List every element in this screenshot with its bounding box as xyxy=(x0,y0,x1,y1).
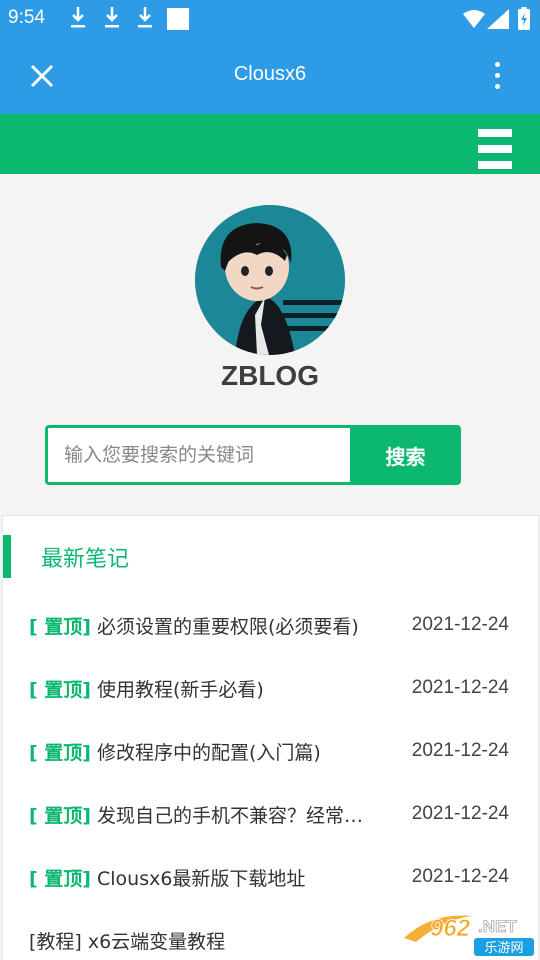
download-icon xyxy=(71,7,85,28)
list-item[interactable]: [ 置顶] 发现自己的手机不兼容？经常… 2021-12-24 xyxy=(29,794,509,834)
pinned-tag: [ 置顶] xyxy=(29,678,91,701)
list-item[interactable]: [ 置顶] Clousx6最新版下载地址 2021-12-24 xyxy=(29,857,509,897)
status-time: 9:54 xyxy=(8,7,45,28)
note-date: 2021-12-24 xyxy=(411,866,509,887)
note-title[interactable]: 修改程序中的配置(入门篇) xyxy=(97,738,387,765)
search-bar: 搜索 xyxy=(45,425,461,485)
watermark-logo: 962 .NET 乐游网 xyxy=(402,910,536,958)
note-date: 2021-12-24 xyxy=(411,740,509,761)
site-name: ZBLOG xyxy=(221,360,319,391)
notification-square-icon xyxy=(167,8,189,30)
section-accent-bar xyxy=(3,535,11,578)
nav-bar xyxy=(0,114,540,174)
hamburger-icon[interactable] xyxy=(478,129,512,169)
watermark-suffix: .NET xyxy=(478,917,517,936)
avatar-illustration xyxy=(195,205,345,355)
watermark-graphic: 962 .NET 乐游网 xyxy=(404,915,534,956)
app-title: Clousx6 xyxy=(233,63,307,85)
status-bar: 9:54 xyxy=(0,0,540,38)
section-heading: 最新笔记 xyxy=(41,547,130,572)
watermark-site: 乐游网 xyxy=(484,941,523,956)
list-item[interactable]: [ 置顶] 修改程序中的配置(入门篇) 2021-12-24 xyxy=(29,731,509,771)
note-date: 2021-12-24 xyxy=(411,677,509,698)
watermark-number: 962 xyxy=(430,915,471,942)
battery-icon xyxy=(518,7,530,30)
category-tag: [教程] xyxy=(29,930,82,953)
search-button[interactable]: 搜索 xyxy=(350,425,461,485)
avatar[interactable] xyxy=(195,205,345,355)
app-bar: Clousx6 xyxy=(0,38,540,114)
pinned-tag: [ 置顶] xyxy=(29,615,91,638)
search-input[interactable] xyxy=(45,425,355,485)
pinned-tag: [ 置顶] xyxy=(29,867,91,890)
pinned-tag: [ 置顶] xyxy=(29,804,91,827)
note-title[interactable]: 必须设置的重要权限(必须要看) xyxy=(97,612,387,639)
signal-icon xyxy=(487,9,509,29)
download-icon xyxy=(105,7,119,28)
more-vert-icon[interactable] xyxy=(486,58,510,94)
list-item[interactable]: [ 置顶] 使用教程(新手必看) 2021-12-24 xyxy=(29,668,509,708)
note-date: 2021-12-24 xyxy=(411,803,509,824)
note-title[interactable]: Clousx6最新版下载地址 xyxy=(97,864,387,891)
wifi-icon xyxy=(463,10,485,28)
note-title[interactable]: 使用教程(新手必看) xyxy=(97,675,387,702)
download-icon xyxy=(138,7,152,28)
list-item[interactable]: [ 置顶] 必须设置的重要权限(必须要看) 2021-12-24 xyxy=(29,605,509,645)
pinned-tag: [ 置顶] xyxy=(29,741,91,764)
note-title[interactable]: 发现自己的手机不兼容？经常… xyxy=(97,801,387,828)
note-date: 2021-12-24 xyxy=(411,614,509,635)
note-title[interactable]: x6云端变量教程 xyxy=(88,927,378,954)
